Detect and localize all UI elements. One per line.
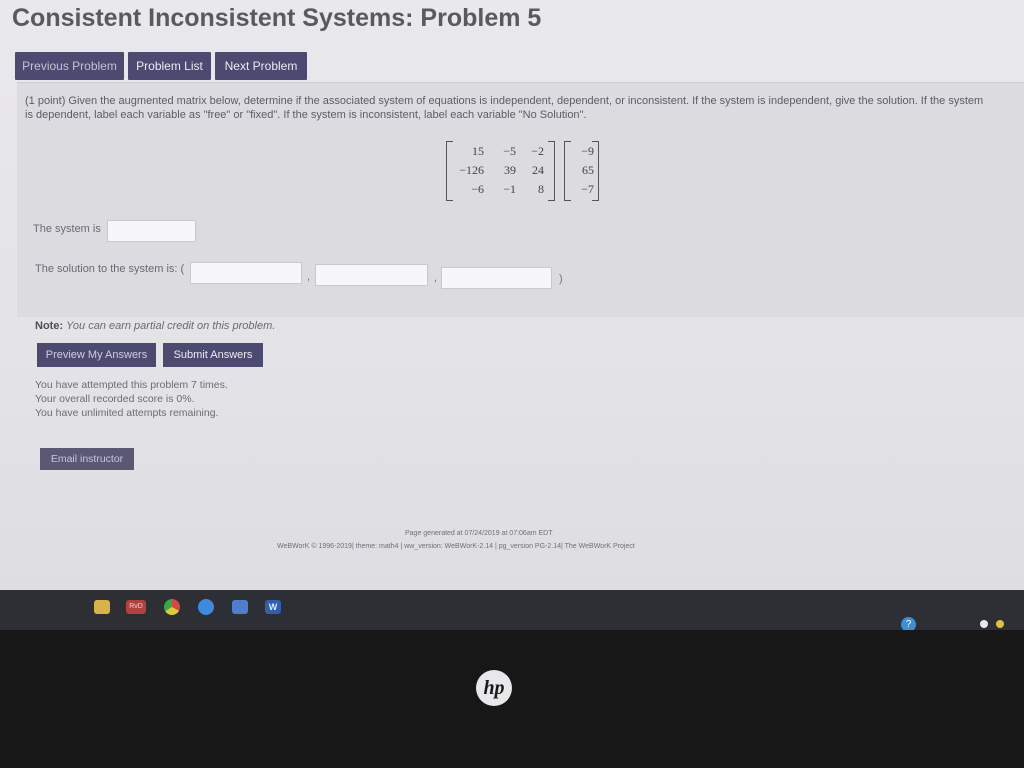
solution-comma: , [434,272,438,284]
webwork-credits: WeBWorK © 1996-2019| theme: math4 | ww_v… [277,543,635,550]
solution-input-1[interactable] [190,262,302,284]
word-icon[interactable]: W [265,600,281,614]
augment-right-bracket [592,141,599,201]
solution-comma: , [307,271,311,283]
attempt-status: You have attempted this problem 7 times.… [35,378,228,420]
hp-logo: hp [476,670,512,706]
edge-icon[interactable] [198,599,214,615]
email-instructor-button[interactable]: Email instructor [40,448,134,470]
problem-text-line-2: is dependent, label each variable as "fr… [25,109,587,121]
rvd-app-icon[interactable]: RvD [126,600,146,614]
matrix-cell: 24 [532,163,544,177]
partial-credit-note: Note: You can earn partial credit on thi… [35,320,275,332]
matrix-cell: −126 [459,163,484,177]
problem-list-button[interactable]: Problem List [128,52,211,80]
preview-answers-button[interactable]: Preview My Answers [37,343,156,367]
matrix-cell: 15 [472,144,484,158]
augment-cell: −9 [581,144,594,158]
solution-close-paren: ) [559,273,563,285]
previous-problem-button[interactable]: Previous Problem [15,52,124,80]
tray-status-icon[interactable] [980,620,988,628]
augment-cell: −7 [581,182,594,196]
mail-icon[interactable] [232,600,248,614]
augment-cell: 65 [582,163,594,177]
attempts-remaining: You have unlimited attempts remaining. [35,407,219,419]
page-title: Consistent Inconsistent Systems: Problem… [12,4,542,32]
next-problem-button[interactable]: Next Problem [215,52,307,80]
matrix-cell: 8 [538,182,544,196]
file-explorer-icon[interactable] [94,600,110,614]
solution-label: The solution to the system is: ( [35,263,185,275]
note-text: You can earn partial credit on this prob… [66,320,276,332]
note-label: Note: [35,320,64,332]
page-generated-text: Page generated at 07/24/2019 at 07:06am … [405,530,553,537]
solution-input-2[interactable] [315,264,428,286]
laptop-bezel [0,630,1024,768]
solution-input-3[interactable] [441,267,552,289]
attempt-count: You have attempted this problem 7 times. [35,379,228,391]
submit-answers-button[interactable]: Submit Answers [163,343,263,367]
system-type-input[interactable] [107,220,196,242]
matrix-cell: −2 [531,144,544,158]
problem-statement: (1 point) Given the augmented matrix bel… [25,94,1020,122]
taskbar [0,590,1024,630]
matrix-cell: −6 [471,182,484,196]
tray-network-icon[interactable] [996,620,1004,628]
chrome-icon[interactable] [164,599,180,615]
matrix-right-bracket [548,141,555,201]
system-type-label: The system is [33,223,101,235]
recorded-score: Your overall recorded score is 0%. [35,393,195,405]
problem-text-line-1: (1 point) Given the augmented matrix bel… [25,95,984,107]
